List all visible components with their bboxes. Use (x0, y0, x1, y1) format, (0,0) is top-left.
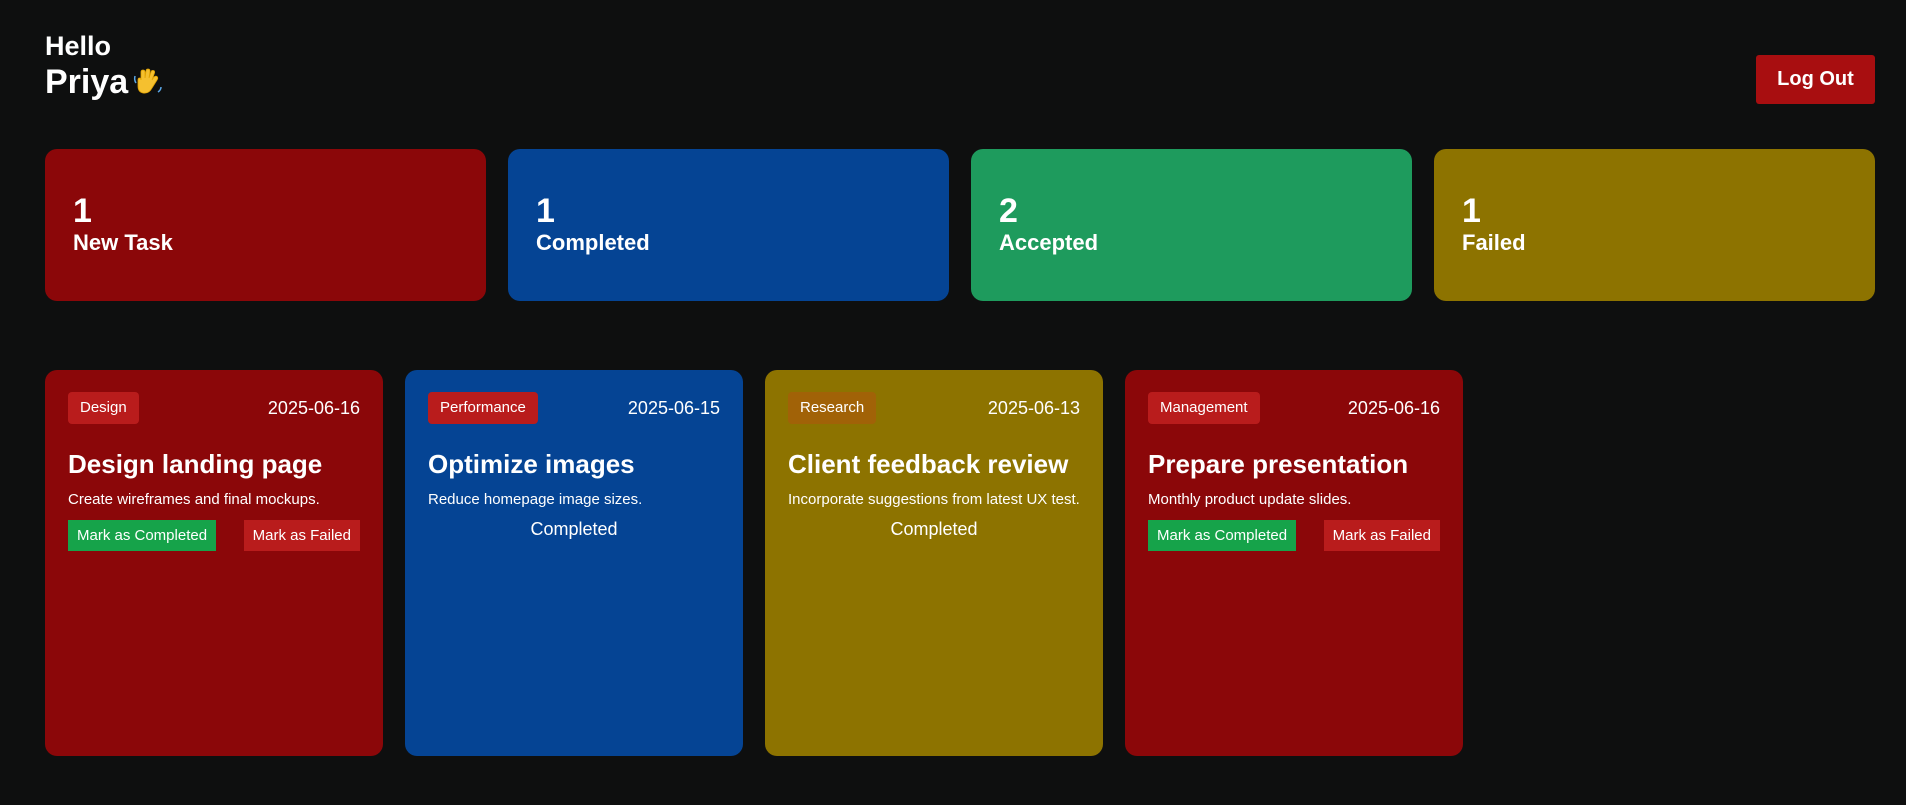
task-card: Design 2025-06-16 Design landing page Cr… (45, 370, 383, 756)
task-date: 2025-06-13 (987, 397, 1080, 418)
task-description: Monthly product update slides. (1148, 491, 1352, 508)
task-description: Reduce homepage image sizes. (428, 491, 643, 508)
stat-completed: 1 Completed (508, 149, 949, 301)
stat-failed: 1 Failed (1434, 149, 1875, 301)
task-description: Create wireframes and final mockups. (68, 491, 320, 508)
task-description: Incorporate suggestions from latest UX t… (788, 491, 1080, 508)
stats-row: 1 New Task 1 Completed 2 Accepted 1 Fail… (45, 149, 1875, 301)
stat-label: New Task (73, 230, 173, 255)
mark-completed-button[interactable]: Mark as Completed (68, 520, 217, 551)
task-title: Optimize images (428, 449, 635, 479)
stat-label: Accepted (999, 230, 1099, 255)
task-status: Completed (530, 519, 618, 539)
task-date: 2025-06-15 (627, 397, 720, 418)
task-category-tag: Performance (428, 392, 538, 424)
task-category-tag: Design (68, 392, 139, 424)
task-list: Design 2025-06-16 Design landing page Cr… (45, 370, 1463, 756)
task-title: Client feedback review (788, 449, 1069, 479)
stat-new-task: 1 New Task (45, 149, 486, 301)
mark-failed-button[interactable]: Mark as Failed (243, 520, 360, 551)
task-card: Management 2025-06-16 Prepare presentati… (1125, 370, 1463, 756)
greeting-text: Hello (45, 31, 112, 61)
task-date: 2025-06-16 (1347, 397, 1440, 418)
task-title: Design landing page (68, 449, 323, 479)
stat-count: 2 (999, 192, 1018, 230)
task-category-tag: Research (788, 392, 877, 424)
stat-count: 1 (1462, 192, 1481, 230)
task-title: Prepare presentation (1148, 449, 1409, 479)
mark-failed-button[interactable]: Mark as Failed (1323, 520, 1440, 551)
stat-label: Completed (536, 230, 650, 255)
mark-completed-button[interactable]: Mark as Completed (1148, 520, 1297, 551)
task-card: Research 2025-06-13 Client feedback revi… (765, 370, 1103, 756)
waving-hand-icon (132, 66, 164, 98)
task-category-tag: Management (1148, 392, 1260, 424)
stat-count: 1 (536, 192, 555, 230)
task-date: 2025-06-16 (267, 397, 360, 418)
username-text: Priya (45, 63, 129, 101)
logout-button[interactable]: Log Out (1756, 55, 1875, 104)
username: Priya (45, 62, 1875, 102)
task-status: Completed (890, 519, 978, 539)
header: Hello Priya Log Out (45, 30, 1875, 110)
stat-accepted: 2 Accepted (971, 149, 1412, 301)
task-card: Performance 2025-06-15 Optimize images R… (405, 370, 743, 756)
stat-count: 1 (73, 192, 92, 230)
stat-label: Failed (1462, 230, 1526, 255)
